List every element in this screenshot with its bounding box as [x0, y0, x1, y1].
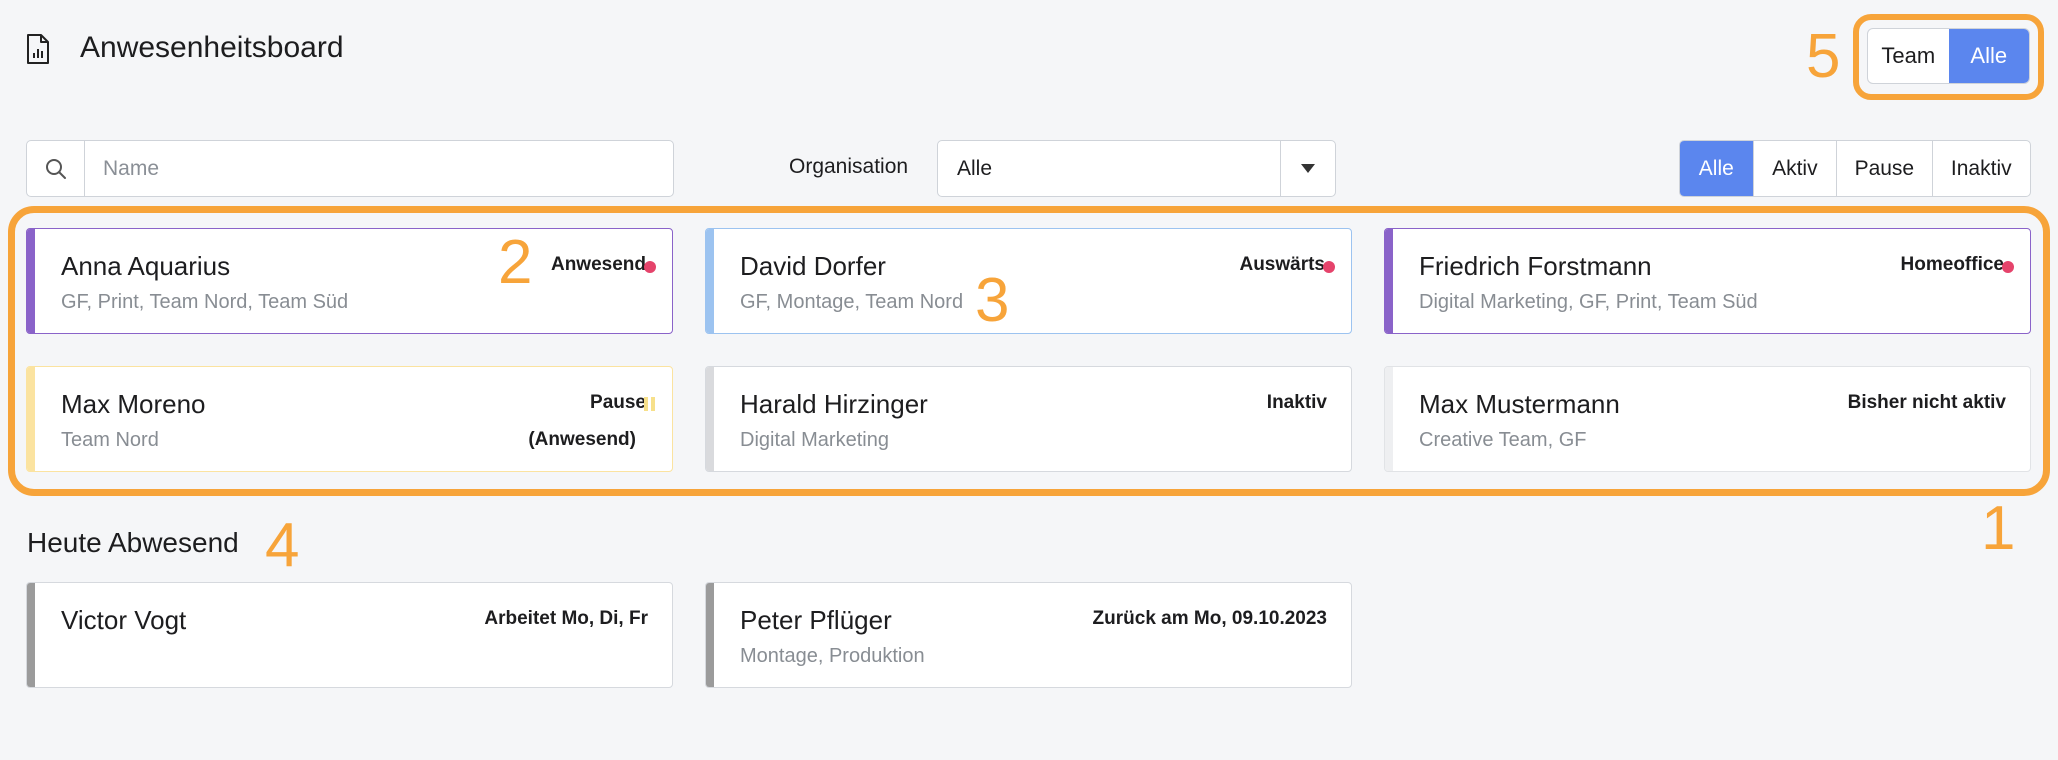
organisation-select[interactable]: Alle — [937, 140, 1336, 197]
page-title: Anwesenheitsboard — [80, 31, 344, 64]
status-label: Arbeitet Mo, Di, Fr — [484, 608, 648, 629]
caret-down-icon[interactable] — [1280, 141, 1335, 196]
card-accent-bar — [27, 583, 35, 687]
status-dot-icon — [644, 261, 656, 273]
status-filter-pause[interactable]: Pause — [1836, 141, 1931, 196]
annotation-4: 4 — [265, 511, 300, 580]
status-dot-icon — [1323, 261, 1335, 273]
pause-icon — [644, 397, 655, 411]
card-accent-bar — [27, 229, 35, 333]
person-card-peter-pflueger[interactable]: Peter Pflüger Montage, Produktion Zurück… — [705, 582, 1352, 688]
search-input[interactable] — [85, 141, 673, 196]
person-groups: Digital Marketing, GF, Print, Team Süd — [1419, 291, 1758, 313]
status-label: Pause — [590, 392, 646, 413]
status-label: Homeoffice — [1900, 254, 2004, 275]
person-groups: GF, Print, Team Nord, Team Süd — [61, 291, 349, 313]
view-toggle-alle[interactable]: Alle — [1948, 29, 2029, 83]
status-filter-inaktiv[interactable]: Inaktiv — [1931, 141, 2030, 196]
status-label: Zurück am Mo, 09.10.2023 — [1092, 608, 1327, 629]
person-card-max-mustermann[interactable]: Max Mustermann Creative Team, GF Bisher … — [1384, 366, 2031, 472]
person-groups: GF, Montage, Team Nord — [740, 291, 964, 313]
status-label: Anwesend — [550, 254, 646, 275]
card-accent-bar — [1385, 367, 1393, 471]
card-accent-bar — [706, 367, 714, 471]
person-card-victor-vogt[interactable]: Victor Vogt Arbeitet Mo, Di, Fr — [26, 582, 673, 688]
annotation-3: 3 — [975, 266, 1010, 335]
person-card-david-dorfer[interactable]: David Dorfer GF, Montage, Team Nord Ausw… — [705, 228, 1352, 334]
organisation-label: Organisation — [789, 155, 909, 178]
person-card-friedrich-forstmann[interactable]: Friedrich Forstmann Digital Marketing, G… — [1384, 228, 2031, 334]
person-groups: Creative Team, GF — [1419, 429, 1587, 451]
person-card-harald-hirzinger[interactable]: Harald Hirzinger Digital Marketing Inakt… — [705, 366, 1352, 472]
card-accent-bar — [27, 367, 35, 471]
document-chart-icon — [27, 34, 49, 64]
person-card-max-moreno[interactable]: Max Moreno Team Nord Pause (Anwesend) — [26, 366, 673, 472]
status-label: Bisher nicht aktiv — [1847, 392, 2006, 413]
organisation-value: Alle — [957, 156, 993, 180]
person-name: Harald Hirzinger — [740, 389, 928, 419]
person-name: Friedrich Forstmann — [1419, 251, 1652, 281]
view-toggle: Team Alle — [1867, 28, 2030, 84]
card-accent-bar — [1385, 229, 1393, 333]
absent-section-title: Heute Abwesend — [27, 527, 239, 558]
person-name: Peter Pflüger — [740, 605, 892, 635]
view-toggle-team[interactable]: Team — [1868, 29, 1949, 83]
annotation-1: 1 — [1981, 494, 2016, 563]
person-card-anna-aquarius[interactable]: Anna Aquarius GF, Print, Team Nord, Team… — [26, 228, 673, 334]
sub-status-label: (Anwesend) — [528, 429, 636, 450]
status-dot-icon — [2002, 261, 2014, 273]
person-name: Max Mustermann — [1419, 389, 1620, 419]
person-groups: Montage, Produktion — [740, 645, 925, 667]
status-filter-aktiv[interactable]: Aktiv — [1752, 141, 1837, 196]
annotation-2: 2 — [498, 228, 533, 297]
status-filter-alle[interactable]: Alle — [1680, 141, 1753, 196]
search-box — [26, 140, 674, 197]
status-label: Inaktiv — [1266, 392, 1327, 413]
person-name: David Dorfer — [740, 251, 886, 281]
status-label: Auswärts — [1239, 254, 1325, 275]
person-groups: Digital Marketing — [740, 429, 889, 451]
card-accent-bar — [706, 229, 714, 333]
card-accent-bar — [706, 583, 714, 687]
status-filter: Alle Aktiv Pause Inaktiv — [1679, 140, 2031, 197]
search-icon — [27, 141, 85, 196]
person-name: Anna Aquarius — [61, 251, 231, 281]
person-name: Max Moreno — [61, 389, 206, 419]
person-name: Victor Vogt — [61, 605, 187, 635]
annotation-5: 5 — [1806, 22, 1841, 91]
person-groups: Team Nord — [61, 429, 159, 451]
